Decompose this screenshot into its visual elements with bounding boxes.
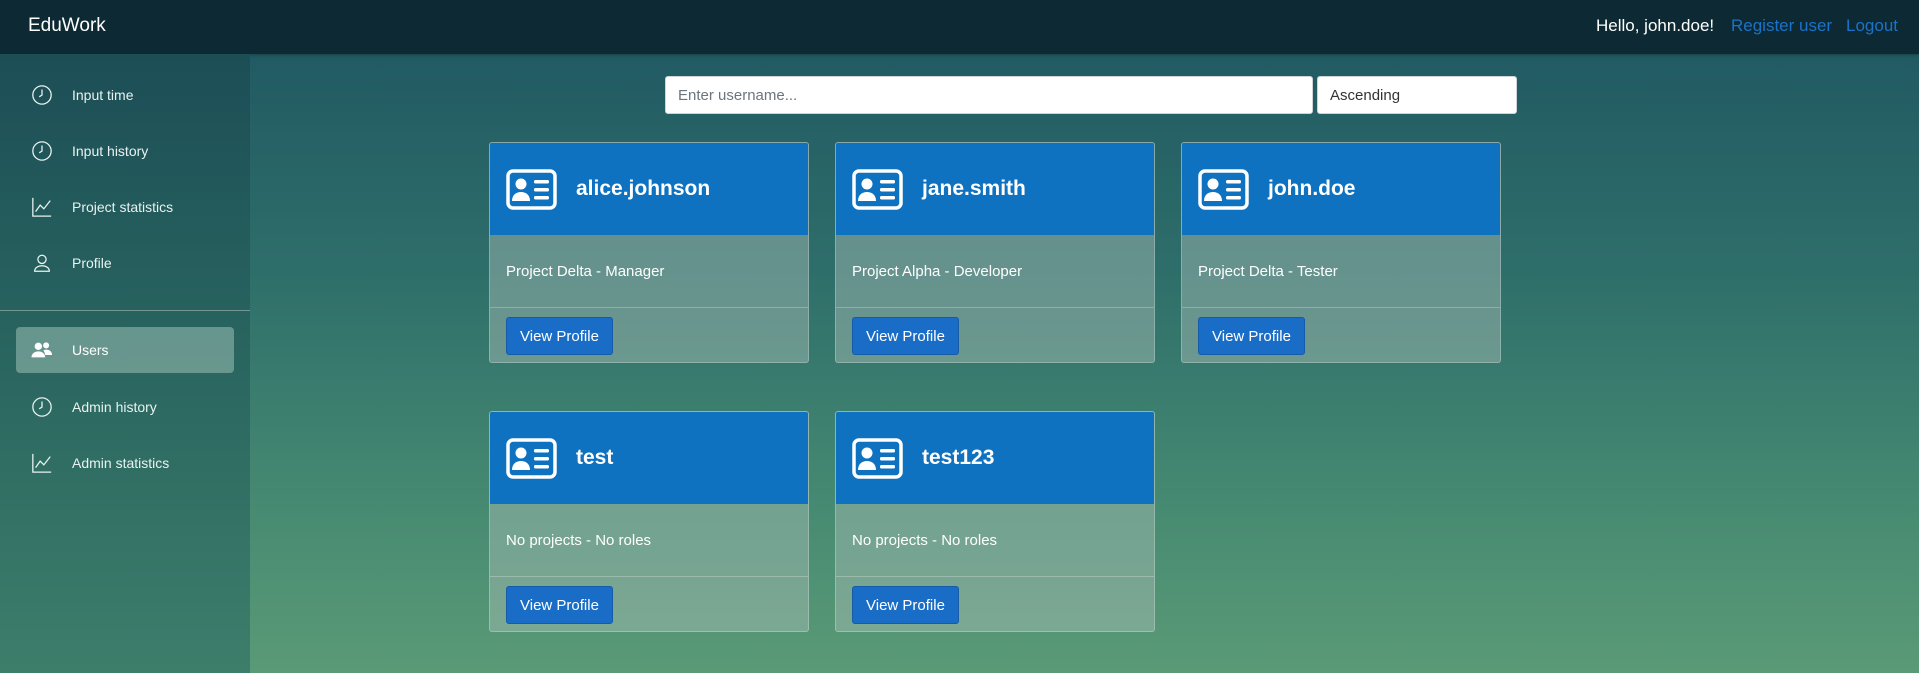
clock-icon xyxy=(30,83,54,107)
search-input[interactable] xyxy=(665,76,1313,114)
user-card-username: jane.smith xyxy=(922,177,1026,200)
sidebar-item-profile[interactable]: Profile xyxy=(16,240,234,286)
id-card-icon xyxy=(852,168,903,210)
sidebar-item-admin-statistics[interactable]: Admin statistics xyxy=(16,440,234,486)
user-card: alice.johnson Project Delta - Manager Vi… xyxy=(489,142,809,363)
view-profile-button[interactable]: View Profile xyxy=(506,586,613,624)
top-navbar: EduWork Hello, john.doe! Register user L… xyxy=(0,0,1919,54)
clock-icon xyxy=(30,139,54,163)
user-card-footer: View Profile xyxy=(490,308,808,362)
sidebar-item-input-history[interactable]: Input history xyxy=(16,128,234,174)
user-card-footer: View Profile xyxy=(836,308,1154,362)
user-card-details: No projects - No roles xyxy=(490,504,808,577)
sidebar-divider xyxy=(0,310,250,311)
sidebar-item-admin-history[interactable]: Admin history xyxy=(16,384,234,430)
user-card-username: test xyxy=(576,446,614,469)
clock-icon xyxy=(30,395,54,419)
id-card-icon xyxy=(506,168,557,210)
user-card-username: alice.johnson xyxy=(576,177,711,200)
user-card: test123 No projects - No roles View Prof… xyxy=(835,411,1155,632)
view-profile-button[interactable]: View Profile xyxy=(1198,317,1305,355)
user-card-details: Project Delta - Manager xyxy=(490,235,808,308)
user-card-username: test123 xyxy=(922,446,995,469)
user-card-header: test123 xyxy=(836,412,1154,504)
sidebar-item-users[interactable]: Users xyxy=(16,327,234,373)
user-card-header: test xyxy=(490,412,808,504)
view-profile-button[interactable]: View Profile xyxy=(852,317,959,355)
sidebar-item-label: Users xyxy=(72,342,109,358)
brand-logo[interactable]: EduWork xyxy=(28,15,106,37)
user-card-details: Project Alpha - Developer xyxy=(836,235,1154,308)
chart-line-icon xyxy=(30,195,54,219)
sort-order-value: Ascending xyxy=(1330,86,1401,104)
id-card-icon xyxy=(1198,168,1249,210)
view-profile-button[interactable]: View Profile xyxy=(852,586,959,624)
user-card: john.doe Project Delta - Tester View Pro… xyxy=(1181,142,1501,363)
sidebar: Input time Input history Project statist… xyxy=(0,54,250,673)
id-card-icon xyxy=(506,437,557,479)
id-card-icon xyxy=(852,437,903,479)
user-card-header: john.doe xyxy=(1182,143,1500,235)
sidebar-item-label: Admin history xyxy=(72,399,157,415)
sort-order-select[interactable]: Ascending xyxy=(1317,76,1517,114)
sidebar-item-label: Input history xyxy=(72,143,149,159)
user-greeting: Hello, john.doe! xyxy=(1596,16,1715,35)
sidebar-item-project-statistics[interactable]: Project statistics xyxy=(16,184,234,230)
logout-link[interactable]: Logout xyxy=(1846,16,1898,36)
view-profile-button[interactable]: View Profile xyxy=(506,317,613,355)
user-card-footer: View Profile xyxy=(490,577,808,631)
sidebar-item-label: Admin statistics xyxy=(72,455,170,471)
user-card: test No projects - No roles View Profile xyxy=(489,411,809,632)
users-icon xyxy=(30,338,54,362)
person-icon xyxy=(30,251,54,275)
user-card: jane.smith Project Alpha - Developer Vie… xyxy=(835,142,1155,363)
user-card-details: No projects - No roles xyxy=(836,504,1154,577)
user-card-footer: View Profile xyxy=(836,577,1154,631)
user-card-header: jane.smith xyxy=(836,143,1154,235)
chart-line-icon xyxy=(30,451,54,475)
register-user-link[interactable]: Register user xyxy=(1731,16,1832,36)
user-card-header: alice.johnson xyxy=(490,143,808,235)
user-card-details: Project Delta - Tester xyxy=(1182,235,1500,308)
sidebar-item-label: Project statistics xyxy=(72,199,174,215)
sidebar-item-input-time[interactable]: Input time xyxy=(16,72,234,118)
user-card-footer: View Profile xyxy=(1182,308,1500,362)
user-card-username: john.doe xyxy=(1268,177,1356,200)
sidebar-item-label: Input time xyxy=(72,87,134,103)
sidebar-item-label: Profile xyxy=(72,255,112,271)
